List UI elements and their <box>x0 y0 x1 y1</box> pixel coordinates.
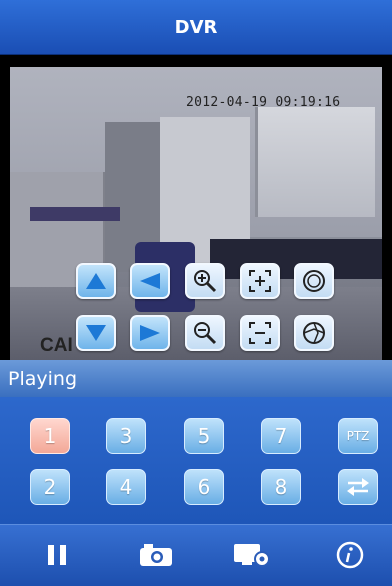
zoom-in-icon <box>194 270 217 293</box>
monitor-gear-icon <box>234 544 270 567</box>
tilt-down-button[interactable] <box>76 315 116 351</box>
channel-grid: 1 3 5 7 PTZ 2 4 6 8 <box>0 397 392 524</box>
status-bar: Playing <box>0 360 392 397</box>
zoom-out-button[interactable] <box>185 315 225 351</box>
zoom-out-icon <box>194 322 217 345</box>
status-text: Playing <box>8 367 78 390</box>
arrow-down-icon <box>86 325 106 341</box>
video-view[interactable]: 2012-04-19 09:19:16 CAI <box>0 55 392 360</box>
arrow-left-icon <box>140 273 160 289</box>
pan-right-button[interactable] <box>130 315 170 351</box>
tilt-up-button[interactable] <box>76 263 116 299</box>
zoom-in-button[interactable] <box>185 263 225 299</box>
focus-expand-icon <box>249 270 271 292</box>
info-button[interactable] <box>330 539 370 571</box>
arrow-right-icon <box>140 325 160 341</box>
focus-near-button[interactable] <box>240 263 280 299</box>
ptz-button[interactable]: PTZ <box>338 418 378 454</box>
settings-button[interactable] <box>232 539 272 571</box>
swap-arrows-icon <box>347 478 369 496</box>
channel-3-button[interactable]: 3 <box>106 418 146 454</box>
pan-left-button[interactable] <box>130 263 170 299</box>
channel-4-button[interactable]: 4 <box>106 469 146 505</box>
title-bar: DVR <box>0 0 392 55</box>
pause-icon <box>48 545 66 565</box>
camera-icon <box>140 544 172 566</box>
channel-2-button[interactable]: 2 <box>30 469 70 505</box>
iris-open-button[interactable] <box>294 263 334 299</box>
app-title: DVR <box>174 16 218 38</box>
focus-collapse-icon <box>249 322 271 344</box>
pause-button[interactable] <box>37 539 77 571</box>
channel-7-button[interactable]: 7 <box>261 418 301 454</box>
focus-far-button[interactable] <box>240 315 280 351</box>
arrow-up-icon <box>86 273 106 289</box>
iris-close-icon <box>303 322 325 344</box>
camera-label: CAI <box>40 335 73 356</box>
channel-1-button[interactable]: 1 <box>30 418 70 454</box>
bottom-toolbar <box>0 524 392 586</box>
video-timestamp: 2012-04-19 09:19:16 <box>186 95 341 110</box>
switch-stream-button[interactable] <box>338 469 378 505</box>
channel-5-button[interactable]: 5 <box>184 418 224 454</box>
info-icon <box>336 541 364 569</box>
scene-shelf <box>30 207 120 221</box>
snapshot-button[interactable] <box>136 539 176 571</box>
iris-open-icon <box>303 270 325 292</box>
iris-close-button[interactable] <box>294 315 334 351</box>
scene-window <box>255 107 375 217</box>
channel-6-button[interactable]: 6 <box>184 469 224 505</box>
channel-8-button[interactable]: 8 <box>261 469 301 505</box>
